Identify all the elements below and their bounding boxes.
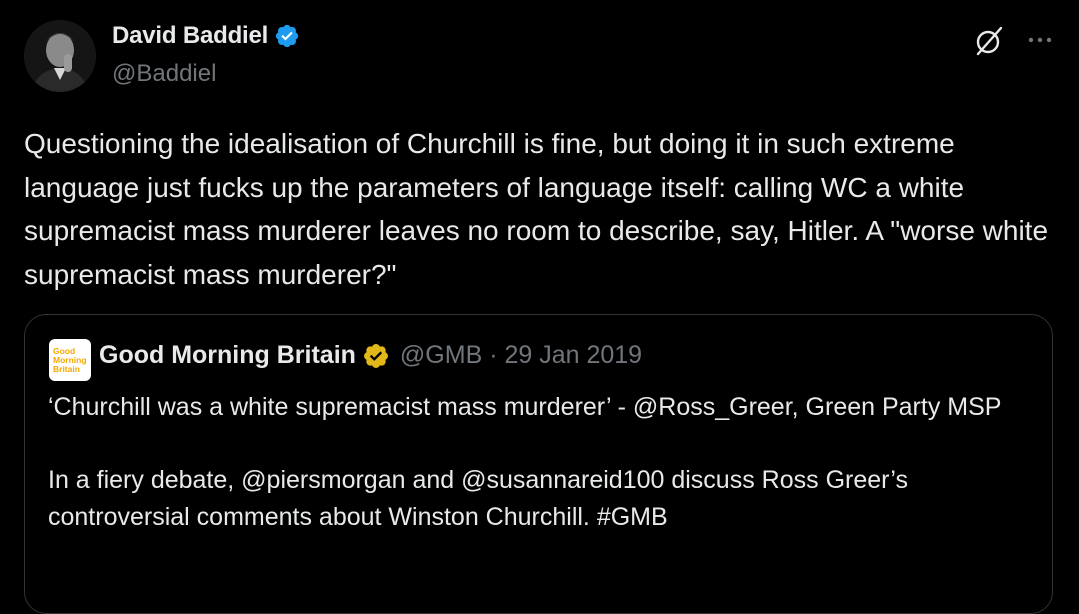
quoted-header: Good Morning Britain @GMB · 29 Jan 2019 (99, 341, 642, 370)
gmb-logo: Good Morning Britain (49, 339, 91, 381)
quoted-text: ‘Churchill was a white supremacist mass … (48, 393, 1002, 531)
author-handle[interactable]: @Baddiel (112, 60, 216, 88)
quoted-display-name[interactable]: Good Morning Britain (99, 341, 356, 370)
tweet-text: Questioning the idealisation of Churchil… (24, 128, 1056, 290)
author-name-row: David Baddiel (112, 22, 300, 50)
gold-verified-badge-icon (363, 343, 388, 368)
verified-badge-icon (276, 24, 299, 48)
grok-icon[interactable] (972, 24, 1006, 58)
author-avatar[interactable] (24, 20, 96, 92)
gmb-logo-line: Britain (53, 363, 80, 374)
more-icon[interactable] (1024, 24, 1056, 56)
author-display-name[interactable]: David Baddiel (112, 22, 268, 50)
quoted-tweet-card[interactable]: Good Morning Britain Good Morning Britai… (24, 314, 1053, 614)
quoted-handle-date[interactable]: @GMB · 29 Jan 2019 (400, 341, 642, 370)
